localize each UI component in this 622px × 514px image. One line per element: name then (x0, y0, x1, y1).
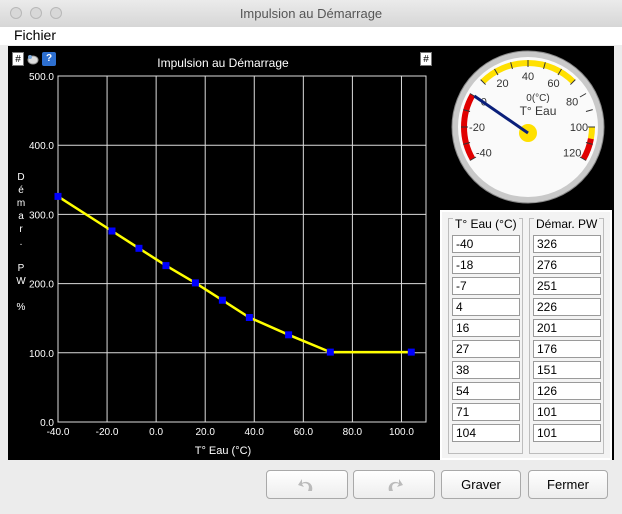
y-tick-label: 500.0 (29, 72, 54, 83)
x-tick-label: 80.0 (343, 427, 363, 438)
temp-cell[interactable]: -7 (452, 277, 520, 295)
temp-cell[interactable]: 16 (452, 319, 520, 337)
x-tick-label: 20.0 (195, 427, 215, 438)
redo-icon (388, 479, 403, 491)
y-tick-label: 300.0 (29, 210, 54, 221)
temp-cell[interactable]: -40 (452, 235, 520, 253)
undo-button[interactable] (266, 470, 348, 499)
chart-hash-right-button[interactable]: # (420, 52, 432, 66)
y-axis-label: Démar. PW % (16, 172, 26, 313)
chart-settings-icon[interactable] (26, 52, 40, 66)
x-axis-label: T° Eau (°C) (195, 445, 251, 457)
chart-title: Impulsion au Démarrage (157, 56, 289, 70)
series-line (57, 195, 412, 354)
data-point (326, 348, 334, 356)
window-title: Impulsion au Démarrage (239, 6, 383, 21)
gauge-tick-label: 120 (563, 148, 581, 160)
temp-cell[interactable]: 38 (452, 361, 520, 379)
temp-cell[interactable]: 27 (452, 340, 520, 358)
data-point (135, 244, 143, 252)
y-tick-label: 200.0 (29, 280, 54, 291)
x-tick-label: 60.0 (294, 427, 314, 438)
pw-cell[interactable]: 101 (533, 424, 601, 442)
pw-column: Démar. PW 326 276 251 226 201 176 151 126 101 101 (529, 217, 604, 454)
pw-cell[interactable]: 201 (533, 319, 601, 337)
pw-cell[interactable]: 151 (533, 361, 601, 379)
data-point (54, 192, 62, 200)
x-tick-label: -20.0 (96, 427, 119, 438)
pw-column-header: Démar. PW (534, 217, 600, 231)
temp-cell[interactable]: -18 (452, 256, 520, 274)
data-table: T° Eau (°C) -40 -18 -7 4 16 27 38 54 71 104 Démar… (440, 210, 612, 460)
y-tick-label: 400.0 (29, 141, 54, 152)
temp-cell[interactable]: 4 (452, 298, 520, 316)
menu-file[interactable]: Fichier (14, 27, 56, 43)
gauge-tick-label: -40 (476, 148, 492, 160)
undo-icon (298, 479, 313, 491)
gauge-title: T° Eau (520, 104, 557, 118)
y-tick-label: 0.0 (40, 418, 54, 429)
gauge-tick-label: 100 (570, 122, 588, 134)
help-icon[interactable]: ? (42, 52, 56, 66)
plot-frame (57, 75, 427, 423)
chart-hash-left-button[interactable]: # (12, 52, 24, 66)
gauge-tick-label: 20 (496, 78, 508, 90)
gauge-tick-label: -20 (469, 122, 485, 134)
pw-cell[interactable]: 226 (533, 298, 601, 316)
pw-cell[interactable]: 251 (533, 277, 601, 295)
temp-column: T° Eau (°C) -40 -18 -7 4 16 27 38 54 71 104 (448, 217, 523, 454)
temp-cell[interactable]: 54 (452, 382, 520, 400)
data-point (191, 279, 199, 287)
data-point (108, 227, 116, 235)
y-tick-label: 100.0 (29, 349, 54, 360)
pw-cell[interactable]: 176 (533, 340, 601, 358)
redo-button[interactable] (353, 470, 435, 499)
data-point (285, 331, 293, 339)
data-point (245, 314, 253, 322)
data-point (218, 296, 226, 304)
temp-column-header: T° Eau (°C) (453, 217, 519, 231)
burn-button[interactable]: Graver (441, 470, 521, 499)
pw-cell[interactable]: 126 (533, 382, 601, 400)
gauge-tick-label: 80 (566, 97, 578, 109)
x-tick-label: 100.0 (389, 427, 414, 438)
gauge-reading: 0(°C) (526, 93, 549, 104)
gauge-tick-label: 40 (522, 71, 534, 83)
pw-cell[interactable]: 326 (533, 235, 601, 253)
data-point (407, 348, 415, 356)
x-tick-label: 0.0 (149, 427, 163, 438)
temp-cell[interactable]: 71 (452, 403, 520, 421)
pw-cell[interactable]: 101 (533, 403, 601, 421)
pw-cell[interactable]: 276 (533, 256, 601, 274)
temperature-gauge: -40-200204060801001200(°C)T° Eau (451, 50, 605, 204)
menu-bar: Fichier (0, 27, 622, 45)
x-tick-label: 40.0 (245, 427, 265, 438)
main-panel: Impulsion au Démarrage -40.0 -20.0 0.0 20.0 4… (8, 46, 614, 460)
gauge-high-zone (587, 126, 595, 140)
chart[interactable]: Impulsion au Démarrage-40.0 -20.0 0.0 20.0 4… (8, 46, 438, 460)
temp-cell[interactable]: 104 (452, 424, 520, 442)
title-bar: Impulsion au Démarrage (0, 0, 622, 28)
data-point (162, 262, 170, 270)
gauge-tick-label: 60 (547, 78, 559, 90)
close-button[interactable]: Fermer (528, 470, 608, 499)
